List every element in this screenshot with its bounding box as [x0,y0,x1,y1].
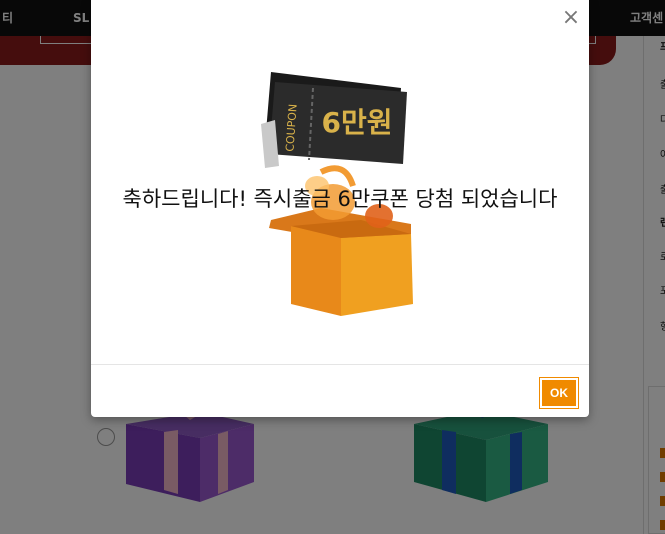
ok-button[interactable]: OK [539,377,579,409]
coupon-ticket-icon: COUPON 6만원 [261,72,407,168]
coupon-modal: × COUPON 6만원 축하드립니다! 즉시출금 6만쿠폰 당첨 되었습니다 … [91,0,589,417]
coupon-amount: 6만원 [321,106,392,139]
close-icon[interactable]: × [559,6,583,30]
modal-message: 축하드립니다! 즉시출금 6만쿠폰 당첨 되었습니다 [122,187,558,211]
modal-footer: OK [91,364,589,417]
